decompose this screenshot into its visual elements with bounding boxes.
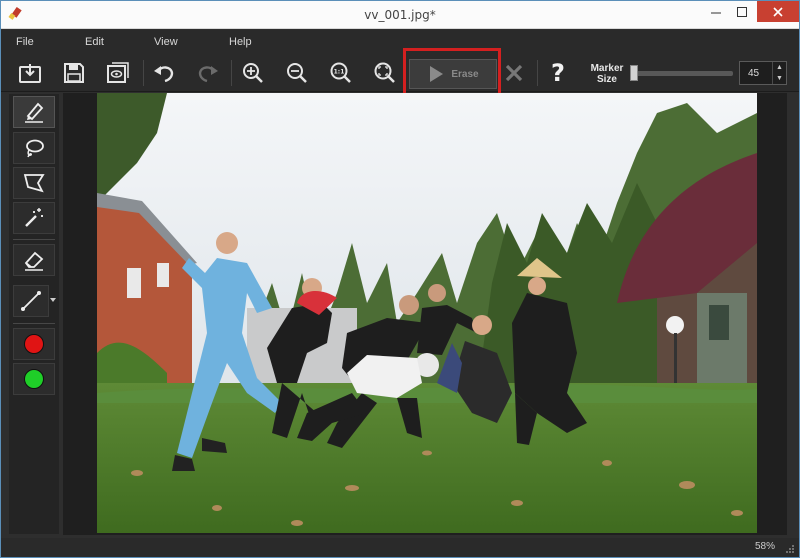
help-button[interactable]: ? <box>543 58 573 88</box>
marker-size-label: Marker Size <box>590 63 624 85</box>
title-bar: vv_001.jpg* <box>1 1 799 29</box>
undo-button[interactable] <box>149 58 179 88</box>
polygon-lasso-icon <box>23 174 45 193</box>
lasso-icon <box>26 139 44 158</box>
image-canvas[interactable] <box>63 93 787 535</box>
zoom-out-icon <box>287 63 307 83</box>
eraser-tool-button[interactable] <box>13 244 55 276</box>
close-x-icon <box>505 64 523 82</box>
redo-button[interactable] <box>193 58 223 88</box>
red-color-button[interactable] <box>13 328 55 360</box>
green-color-button[interactable] <box>13 363 55 395</box>
eraser-icon <box>24 251 44 271</box>
tool-panel <box>9 94 59 534</box>
menu-view[interactable]: View <box>154 36 178 48</box>
marker-tool-button[interactable] <box>13 96 55 128</box>
line-tool-button[interactable] <box>13 285 49 317</box>
save-button[interactable] <box>59 58 89 88</box>
cancel-button[interactable] <box>499 58 529 88</box>
lasso-tool-button[interactable] <box>13 132 55 164</box>
status-bar: 58% <box>1 538 799 557</box>
zoom-out-button[interactable] <box>282 58 312 88</box>
maximize-button[interactable] <box>729 1 755 22</box>
save-copy-icon <box>107 62 129 83</box>
svg-text:1:1: 1:1 <box>334 69 345 76</box>
save-icon <box>64 63 84 83</box>
question-icon: ? <box>551 59 565 87</box>
marker-size-slider[interactable] <box>633 71 733 76</box>
pencil-marker-icon <box>25 102 44 123</box>
app-window: vv_001.jpg* File Edit View Help 1:1 Eras… <box>0 0 800 558</box>
zoom-in-button[interactable] <box>238 58 268 88</box>
undo-icon <box>154 66 174 83</box>
marker-size-spinbox[interactable]: 45 ▲ ▼ <box>739 61 787 85</box>
erase-button[interactable]: Erase <box>409 59 497 89</box>
window-title: vv_001.jpg* <box>364 8 436 22</box>
zoom-actual-size-button[interactable]: 1:1 <box>326 58 356 88</box>
menu-bar: File Edit View Help <box>1 30 799 54</box>
red-color-swatch <box>24 334 44 354</box>
photo-image[interactable] <box>97 93 757 533</box>
open-button[interactable] <box>15 58 45 88</box>
menu-file[interactable]: File <box>16 36 34 48</box>
close-button[interactable] <box>757 1 799 22</box>
resize-grip-icon[interactable] <box>785 544 795 554</box>
redo-icon <box>198 66 218 83</box>
zoom-level: 58% <box>755 541 776 552</box>
line-options-chevron-down-icon[interactable] <box>50 298 56 302</box>
erase-label: Erase <box>451 68 479 80</box>
minimize-button[interactable] <box>703 1 729 22</box>
zoom-fit-button[interactable] <box>370 58 400 88</box>
chevron-down-icon[interactable]: ▼ <box>773 73 786 84</box>
menu-edit[interactable]: Edit <box>85 36 104 48</box>
line-icon <box>21 291 41 311</box>
polygon-lasso-tool-button[interactable] <box>13 167 55 199</box>
save-copy-button[interactable] <box>103 58 133 88</box>
magic-wand-tool-button[interactable] <box>13 202 55 234</box>
play-icon <box>430 66 444 82</box>
zoom-fit-icon <box>374 62 395 83</box>
open-icon <box>19 64 41 83</box>
menu-help[interactable]: Help <box>229 36 252 48</box>
zoom-actual-size-icon: 1:1 <box>330 62 351 83</box>
zoom-in-icon <box>243 63 263 83</box>
magic-wand-icon <box>25 208 43 227</box>
marker-size-slider-thumb[interactable] <box>630 65 638 81</box>
green-color-swatch <box>24 369 44 389</box>
chevron-up-icon[interactable]: ▲ <box>773 62 786 73</box>
marker-size-value: 45 <box>748 68 760 79</box>
spin-arrows[interactable]: ▲ ▼ <box>772 62 786 84</box>
